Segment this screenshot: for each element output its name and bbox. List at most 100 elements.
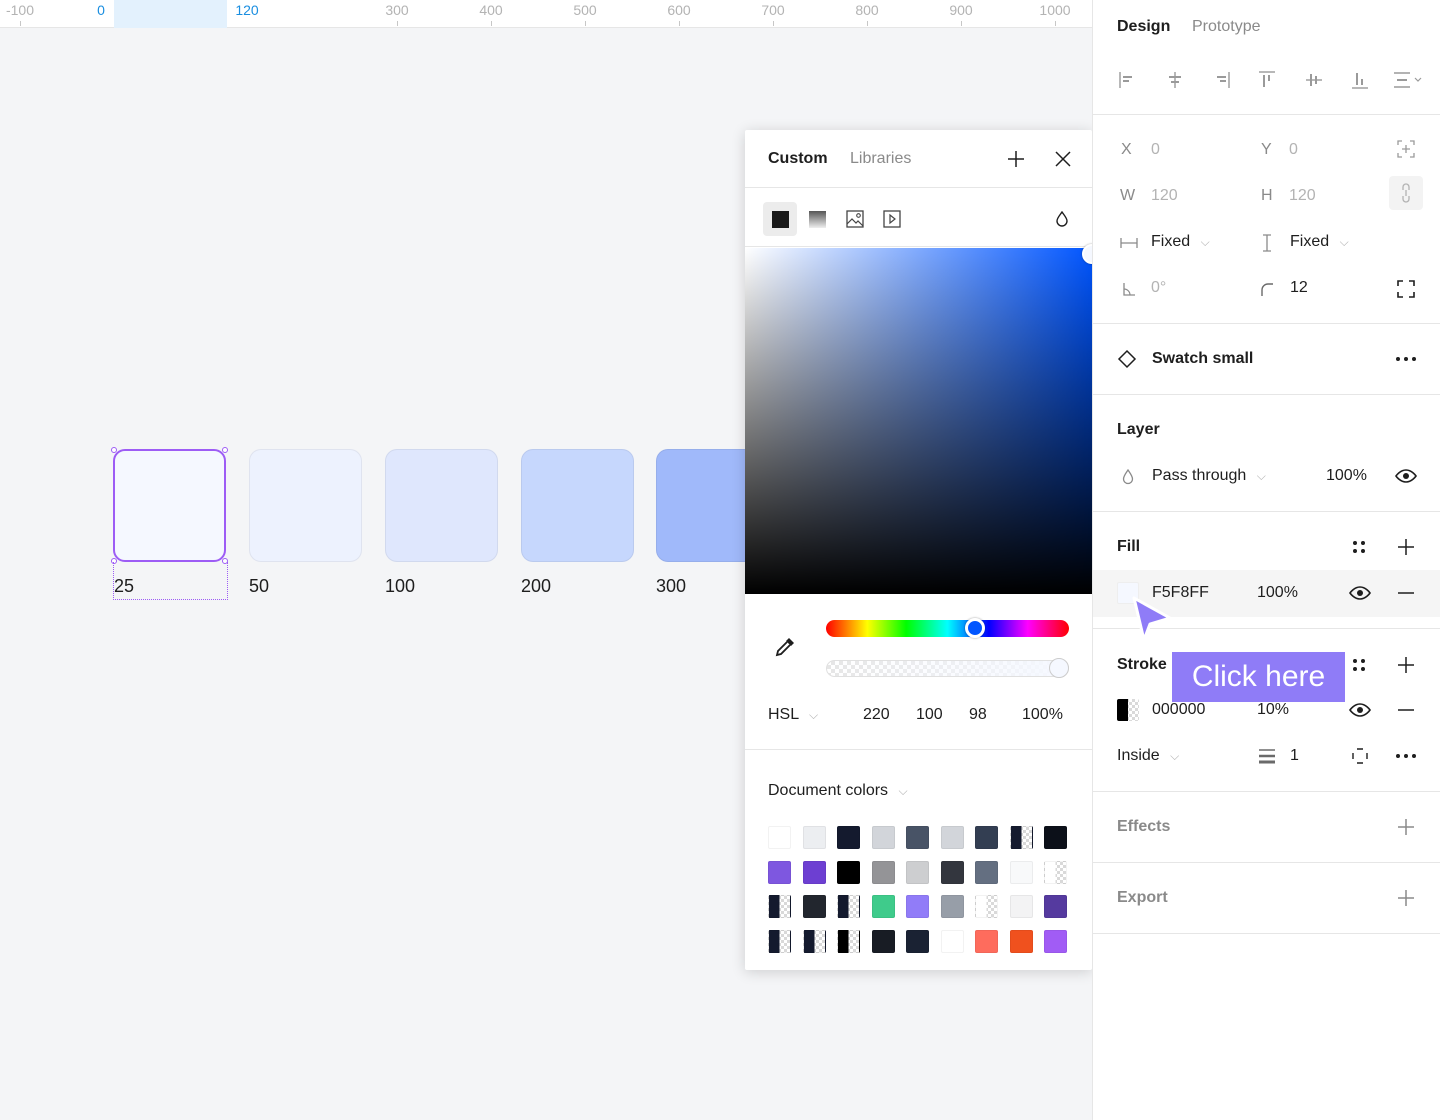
document-color-swatch[interactable] [802,826,826,849]
document-color-swatch[interactable] [768,929,791,953]
component-name[interactable]: Swatch small [1152,350,1253,368]
blend-mode-icon[interactable] [1045,202,1079,236]
tab-design[interactable]: Design [1117,18,1170,36]
document-color-swatch[interactable] [1009,895,1033,918]
document-color-swatch[interactable] [906,860,929,884]
eyedropper-icon[interactable] [773,635,797,664]
height-mode-select[interactable]: Fixed ⌵ [1290,233,1349,251]
hue-input[interactable]: 220 [863,706,890,724]
document-color-swatch[interactable] [1009,826,1033,849]
document-color-swatch[interactable] [1044,929,1067,953]
align-bottom-icon[interactable] [1348,68,1372,92]
document-color-swatch[interactable] [802,895,826,918]
video-fill-icon[interactable] [875,202,909,236]
tab-libraries[interactable]: Libraries [850,150,911,168]
document-color-swatch[interactable] [837,860,860,884]
document-color-swatch[interactable] [940,895,964,918]
y-input[interactable]: 0 [1289,141,1298,159]
document-color-swatch[interactable] [906,895,929,918]
saturation-brightness-area[interactable] [745,248,1092,594]
document-color-swatch[interactable] [906,929,929,953]
opacity-slider[interactable] [826,660,1069,677]
document-color-swatch[interactable] [802,929,826,953]
tab-custom[interactable]: Custom [768,150,828,168]
eye-icon[interactable] [1348,581,1372,605]
height-input[interactable]: 120 [1289,187,1316,205]
eye-icon[interactable] [1348,698,1372,722]
document-color-swatch[interactable] [802,860,826,884]
document-color-swatch[interactable] [1009,929,1033,953]
x-input[interactable]: 0 [1151,141,1160,159]
distribute-icon[interactable] [1391,68,1425,92]
align-right-icon[interactable] [1209,68,1233,92]
more-options-icon[interactable] [1394,347,1418,371]
color-swatch-200[interactable] [521,449,634,562]
gradient-fill-icon[interactable] [800,202,834,236]
document-color-swatch[interactable] [975,895,998,918]
document-color-swatch[interactable] [906,826,929,849]
independent-corners-icon[interactable] [1394,277,1418,301]
fill-opacity-input[interactable]: 100% [1257,584,1298,602]
alpha-input[interactable]: 100% [1022,706,1063,724]
stroke-hex-input[interactable]: 000000 [1152,701,1205,719]
document-color-swatch[interactable] [940,860,964,884]
hue-slider-handle[interactable] [964,618,985,638]
constraints-icon[interactable] [1394,137,1418,161]
document-color-swatch[interactable] [975,860,998,884]
stroke-more-options-icon[interactable] [1394,744,1418,768]
opacity-slider-handle[interactable] [1049,658,1069,678]
document-color-swatch[interactable] [940,929,964,953]
eye-icon[interactable] [1394,464,1418,488]
color-swatch-25[interactable] [111,447,228,564]
document-color-swatch[interactable] [871,929,895,953]
lightness-input[interactable]: 98 [969,706,987,724]
document-color-swatch[interactable] [837,826,860,849]
styles-grid-icon[interactable] [1347,653,1371,677]
document-color-swatch[interactable] [871,826,895,849]
tab-prototype[interactable]: Prototype [1192,18,1260,36]
document-color-swatch[interactable] [940,826,964,849]
blend-mode-select[interactable]: Pass through ⌵ [1152,467,1266,485]
document-color-swatch[interactable] [1009,860,1033,884]
remove-fill-icon[interactable] [1394,581,1418,605]
resize-handle[interactable] [111,447,117,453]
align-horizontal-center-icon[interactable] [1163,68,1187,92]
document-colors-dropdown[interactable]: Document colors ⌵ [768,782,908,800]
stroke-weight-input[interactable]: 1 [1290,747,1299,765]
layer-opacity-input[interactable]: 100% [1326,467,1367,485]
document-color-swatch[interactable] [975,929,998,953]
styles-grid-icon[interactable] [1347,535,1371,559]
width-mode-select[interactable]: Fixed ⌵ [1151,233,1210,251]
color-mode-select[interactable]: HSL ⌵ [768,706,818,724]
corner-radius-input[interactable]: 12 [1290,279,1308,297]
document-color-swatch[interactable] [837,929,860,953]
document-color-swatch[interactable] [975,826,998,849]
stroke-color-swatch[interactable] [1117,699,1139,721]
document-color-swatch[interactable] [871,860,895,884]
document-color-swatch[interactable] [1044,895,1067,918]
color-swatch-100[interactable] [385,449,498,562]
add-fill-icon[interactable] [1394,535,1418,559]
document-color-swatch[interactable] [768,860,791,884]
constrain-proportions-icon[interactable] [1389,176,1423,210]
saturation-input[interactable]: 100 [916,706,943,724]
stroke-position-select[interactable]: Inside ⌵ [1117,747,1179,765]
add-effect-icon[interactable] [1394,815,1418,839]
align-top-icon[interactable] [1255,68,1279,92]
width-input[interactable]: 120 [1151,187,1178,205]
document-color-swatch[interactable] [1044,860,1067,884]
document-color-swatch[interactable] [871,895,895,918]
remove-stroke-icon[interactable] [1394,698,1418,722]
solid-fill-icon[interactable] [763,202,797,236]
align-left-icon[interactable] [1116,68,1140,92]
align-vertical-center-icon[interactable] [1302,68,1326,92]
document-color-swatch[interactable] [837,895,860,918]
add-stroke-icon[interactable] [1394,653,1418,677]
rotation-input[interactable]: 0° [1151,279,1166,297]
document-color-swatch[interactable] [768,826,791,849]
plus-icon[interactable] [1004,147,1028,171]
document-color-swatch[interactable] [1044,826,1067,849]
hue-slider[interactable] [826,620,1069,637]
individual-strokes-icon[interactable] [1348,744,1372,768]
close-icon[interactable] [1051,147,1075,171]
